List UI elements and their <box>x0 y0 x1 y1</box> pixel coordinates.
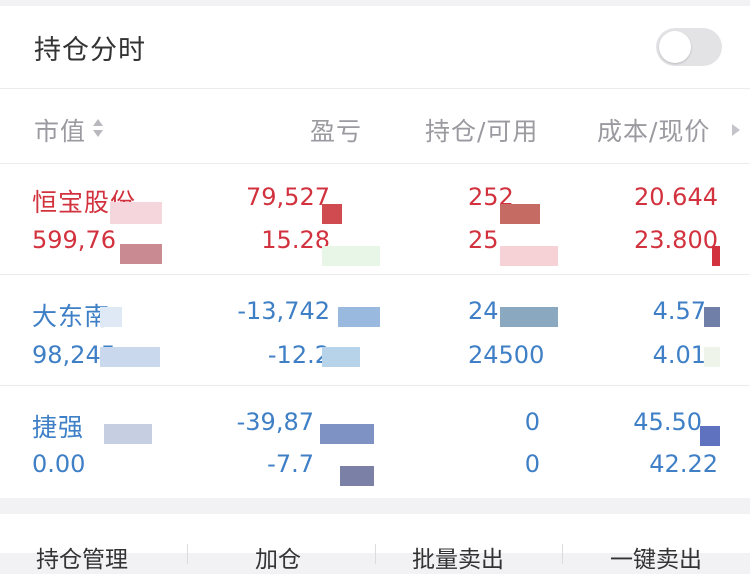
profit-loss-percent: -12.2 <box>267 341 330 369</box>
available: 24500 <box>468 341 545 369</box>
available: 0 <box>524 450 540 478</box>
bottom-action-bar: 持仓管理 加仓 批量卖出 一键卖出 <box>0 514 750 573</box>
position: 0 <box>524 408 540 436</box>
market-value: 0.00 <box>32 450 86 478</box>
table-row[interactable]: 大东南 98,245 -13,742 -12.2 24 24500 4.57 4… <box>0 275 750 385</box>
pixelation-block <box>500 246 558 266</box>
holdings-timeshare-toggle[interactable] <box>656 28 722 66</box>
pixelation-block <box>104 424 152 444</box>
pixelation-block <box>110 202 162 224</box>
table-header: 市值 盈亏 持仓/可用 成本/现价 <box>0 90 750 162</box>
pixelation-block <box>120 244 162 264</box>
cost-price: 20.644 <box>634 183 718 211</box>
pixelation-block <box>704 307 720 327</box>
profit-loss-percent: 15.28 <box>261 226 330 254</box>
pixelation-block <box>500 307 558 327</box>
cost-price: 4.57 <box>652 297 706 325</box>
cost-price: 45.50 <box>633 408 702 436</box>
pixelation-block <box>500 204 540 224</box>
pixelation-block <box>322 347 360 367</box>
pixelation-block <box>322 246 380 266</box>
pixelation-block <box>100 347 160 367</box>
pixelation-block <box>100 307 122 327</box>
batch-sell-button[interactable]: 批量卖出 <box>412 540 504 574</box>
profit-loss: -13,742 <box>237 297 330 325</box>
one-click-sell-button[interactable]: 一键卖出 <box>610 540 702 574</box>
panel-header: 持仓分时 <box>0 6 750 88</box>
pixelation-block <box>322 204 342 224</box>
separator <box>187 544 188 564</box>
profit-loss: -39,87 <box>236 408 314 436</box>
scroll-right-icon[interactable] <box>731 123 741 137</box>
position-management-button[interactable]: 持仓管理 <box>36 540 128 574</box>
sort-icon[interactable] <box>92 117 104 139</box>
pixelation-block <box>712 246 720 266</box>
column-header-market-value[interactable]: 市值 <box>34 112 86 148</box>
holdings-panel: 持仓分时 市值 盈亏 持仓/可用 成本/现价 恒宝股份 599,76 79,52… <box>0 6 750 498</box>
profit-loss-percent: -7.7 <box>267 450 314 478</box>
divider <box>0 88 750 89</box>
profit-loss: 79,527 <box>246 183 330 211</box>
pixelation-block <box>320 424 374 444</box>
table-row[interactable]: 恒宝股份 599,76 79,527 15.28 252 25 20.644 2… <box>0 164 750 274</box>
add-position-button[interactable]: 加仓 <box>255 540 301 574</box>
column-header-position-available[interactable]: 持仓/可用 <box>425 112 538 148</box>
panel-title: 持仓分时 <box>34 35 146 66</box>
table-row[interactable]: 捷强 0.00 -39,87 -7.7 0 0 45.50 42.22 <box>0 386 750 496</box>
stock-name: 捷强 <box>32 413 85 442</box>
stock-name: 大东南 <box>32 302 111 331</box>
pixelation-block <box>700 426 720 446</box>
current-price: 23.800 <box>634 226 718 254</box>
current-price: 4.01 <box>652 341 706 369</box>
current-price: 42.22 <box>649 450 718 478</box>
pixelation-block <box>704 347 720 367</box>
column-header-cost-current[interactable]: 成本/现价 <box>597 112 710 148</box>
market-value: 599,76 <box>32 226 116 254</box>
pixelation-block <box>338 307 380 327</box>
available: 25 <box>468 226 499 254</box>
position: 24 <box>468 297 499 325</box>
separator <box>375 544 376 564</box>
pixelation-block <box>340 466 374 486</box>
toggle-knob <box>659 31 691 63</box>
separator <box>562 544 563 564</box>
column-header-profit-loss[interactable]: 盈亏 <box>310 112 362 148</box>
